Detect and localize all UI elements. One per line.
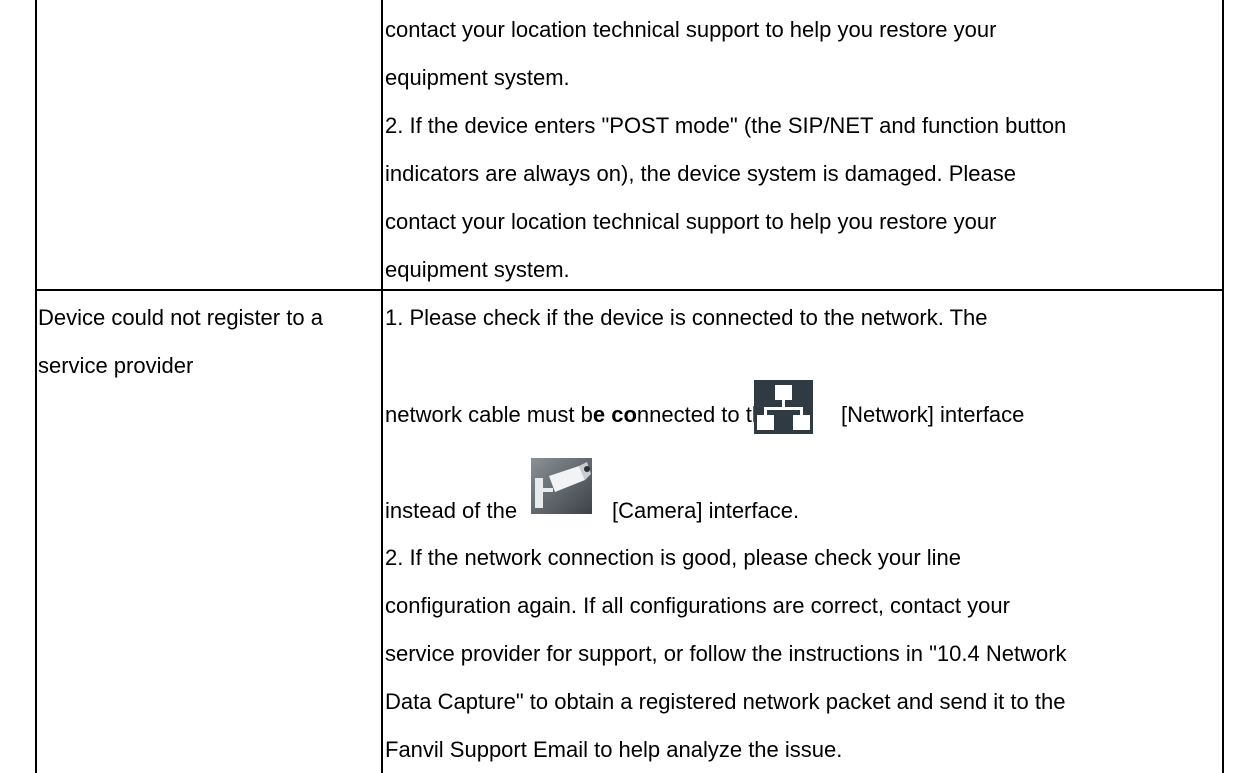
network-icon [754,380,813,434]
solution-line: contact your location technical support … [385,17,997,42]
bold-text-segment: e co [592,402,637,427]
solution-line: configuration again. If all configuratio… [385,593,1010,618]
camera-icon [531,458,592,514]
solution-line-with-camera-icon: instead of the [385,498,518,523]
solution-line: equipment system. [385,257,570,282]
solution-line: indicators are always on), the device sy… [385,161,1016,186]
solution-line: [Camera] interface. [612,498,800,523]
table-row-divider [35,289,1224,291]
solution-line: equipment system. [385,65,570,90]
solution-line: 2. If the network connection is good, pl… [385,545,962,570]
table-border-left [35,0,37,773]
solution-line: service provider for support, or follow … [385,641,1067,666]
issue-text: service provider [38,353,194,378]
solution-line: [Network] interface [841,402,1025,427]
table-column-divider [381,0,383,773]
solution-line: Fanvil Support Email to help analyze the… [385,737,843,762]
solution-line: Data Capture" to obtain a registered net… [385,689,1066,714]
solution-line: 2. If the device enters "POST mode" (the… [385,113,1067,138]
issue-text: Device could not register to a [38,305,323,330]
table-border-right [1222,0,1224,773]
solution-line: contact your location technical support … [385,209,997,234]
solution-line: 1. Please check if the device is connect… [385,305,988,330]
solution-line-with-network-icon: network cable must be connected to the [385,404,776,426]
text-segment: network cable must b [385,402,593,427]
